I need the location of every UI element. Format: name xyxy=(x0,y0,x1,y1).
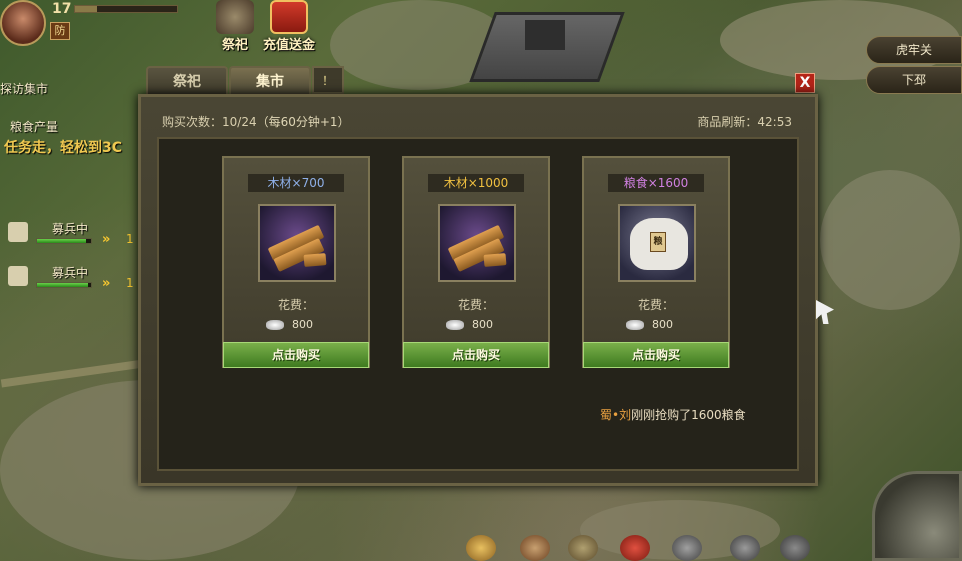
item-cost: 800 xyxy=(446,318,493,331)
grain-sack-icon[interactable]: 粮 xyxy=(618,204,696,282)
wood-icon[interactable] xyxy=(438,204,516,282)
grain-tag: 粮 xyxy=(650,232,666,252)
minimap-compass[interactable] xyxy=(872,471,962,561)
refresh-time: 42:53 xyxy=(757,115,792,129)
recharge-menu-button[interactable]: 充值送金 xyxy=(262,0,316,54)
recruit-status: 募兵中 xyxy=(52,222,89,236)
recruit-progress-fill xyxy=(37,283,89,287)
item-cost-value: 800 xyxy=(292,318,313,331)
recruit-queue-2[interactable]: 募兵中 » 1 xyxy=(2,264,134,298)
scroll-icon[interactable] xyxy=(568,535,598,561)
buy-button[interactable]: 点击购买 xyxy=(403,342,549,368)
tab-overflow[interactable]: ！ xyxy=(312,66,344,94)
buy-count-rate: （每60分钟+1） xyxy=(256,115,350,129)
tab-market[interactable]: 集市 xyxy=(229,66,311,96)
buy-button[interactable]: 点击购买 xyxy=(223,342,369,368)
purchase-log: 蜀•刘刚刚抢购了1600粮食 xyxy=(600,406,746,423)
fortress-tower xyxy=(525,20,565,50)
altar-icon xyxy=(216,0,254,34)
tab-altar[interactable]: 祭祀 xyxy=(146,66,228,96)
buy-button[interactable]: 点击购买 xyxy=(583,342,729,368)
silver-ingot-icon xyxy=(266,320,284,330)
item-cost: 800 xyxy=(266,318,313,331)
hand-cursor-icon xyxy=(816,300,834,324)
buy-count-label: 购买次数： xyxy=(162,115,223,129)
player-avatar[interactable] xyxy=(0,0,46,46)
scroll-icon xyxy=(8,266,28,286)
cost-label: 花费： xyxy=(637,298,674,312)
recruit-count: 1 xyxy=(126,232,134,246)
wood-icon[interactable] xyxy=(258,204,336,282)
experience-fill xyxy=(75,6,98,12)
item-name: 粮食×1600 xyxy=(608,174,704,192)
cost-label: 花费： xyxy=(457,298,494,312)
recruit-queue-1[interactable]: 募兵中 » 1 xyxy=(2,220,134,254)
gift-box-icon xyxy=(270,0,308,34)
shield-icon[interactable] xyxy=(780,535,810,561)
silver-ingot-icon xyxy=(626,320,644,330)
refresh-label: 商品刷新： xyxy=(697,115,758,129)
refresh-timer: 商品刷新：42:53 xyxy=(697,113,792,130)
coin-icon[interactable] xyxy=(466,535,496,561)
log-text: 刚刚抢购了1600粮食 xyxy=(631,408,746,422)
route-button-hulao[interactable]: 虎牢关 xyxy=(866,36,962,64)
item-cost: 800 xyxy=(626,318,673,331)
quest-hint-text: 任务走，轻松到3C xyxy=(4,140,123,156)
log-user: 蜀•刘 xyxy=(600,408,632,422)
speedup-arrows-icon[interactable]: » xyxy=(102,232,110,247)
recruit-count: 1 xyxy=(126,276,134,290)
recruit-progress-fill xyxy=(37,239,86,243)
altar-menu-button[interactable]: 祭祀 xyxy=(208,0,262,54)
close-button[interactable]: X xyxy=(795,73,815,93)
item-cost-value: 800 xyxy=(652,318,673,331)
item-cost-value: 800 xyxy=(472,318,493,331)
pagoda-icon[interactable] xyxy=(620,535,650,561)
buy-count: 购买次数：10/24（每60分钟+1） xyxy=(162,113,350,130)
buy-count-value: 10/24 xyxy=(222,115,257,129)
recruit-progress xyxy=(36,282,92,288)
recharge-menu-label: 充值送金 xyxy=(262,38,315,53)
speedup-arrows-icon[interactable]: » xyxy=(102,276,110,291)
quest-grain-output[interactable]: 粮食产量 xyxy=(10,118,58,135)
experience-bar xyxy=(74,5,178,13)
recruit-status: 募兵中 xyxy=(52,266,89,280)
market-item-card: 木材×1000 花费： 800 点击购买 xyxy=(402,156,550,368)
player-level: 17 xyxy=(52,1,72,17)
helmet-icon[interactable] xyxy=(730,535,760,561)
recruit-progress xyxy=(36,238,92,244)
market-item-card: 粮食×1600 粮 花费： 800 点击购买 xyxy=(582,156,730,368)
item-name: 木材×1000 xyxy=(428,174,524,192)
item-name: 木材×700 xyxy=(248,174,344,192)
quest-visit-market[interactable]: 探访集市 xyxy=(0,80,48,97)
market-item-card: 木材×700 花费： 800 点击购买 xyxy=(222,156,370,368)
silver-ingot-icon xyxy=(446,320,464,330)
defense-badge[interactable]: 防 xyxy=(50,22,70,40)
mountain-terrain xyxy=(820,170,960,310)
scroll-icon xyxy=(8,222,28,242)
warrior-icon[interactable] xyxy=(520,535,550,561)
route-button-xiapi[interactable]: 下邳 xyxy=(866,66,962,94)
cost-label: 花费： xyxy=(277,298,314,312)
altar-menu-label: 祭祀 xyxy=(221,38,248,53)
gear-icon[interactable] xyxy=(672,535,702,561)
